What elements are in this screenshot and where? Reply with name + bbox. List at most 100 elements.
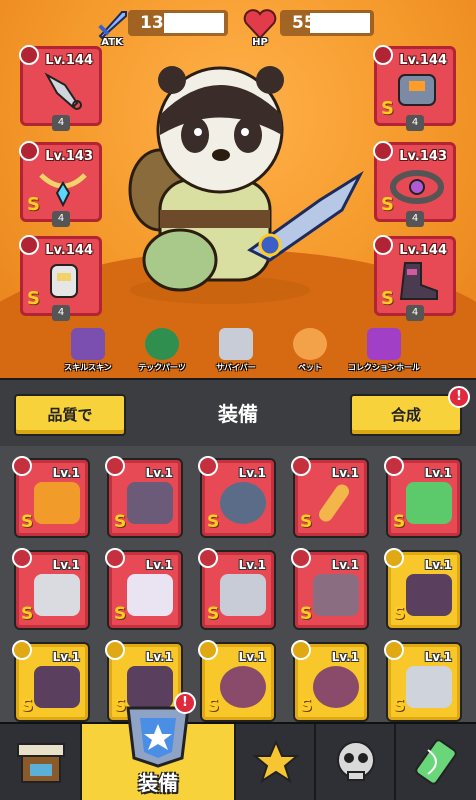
rarity-s: S (21, 696, 34, 716)
slot-level: Lv.144 (45, 243, 93, 258)
tech-parts-icon (145, 328, 179, 360)
nav-tab-label: 装備 (138, 771, 178, 795)
atk-value: 13 (140, 13, 164, 33)
nav-tab-equipment[interactable]: ! 装備 (82, 692, 236, 800)
slot-count: 4 (52, 211, 70, 227)
slot-type-icon (291, 640, 311, 660)
slot-type-icon (105, 640, 125, 660)
atk-label: ATK (101, 37, 123, 48)
equipped-slot-belt[interactable]: Lv.143 S 4 (373, 141, 456, 227)
menu-skill-skin[interactable]: スキルスキン (52, 326, 124, 378)
slot-type-icon (291, 548, 311, 568)
rarity-s: S (27, 194, 40, 215)
rarity-s: S (21, 512, 34, 532)
armor-icon (398, 74, 436, 106)
inventory-item[interactable]: Lv.1 S (105, 456, 183, 538)
rarity-s: S (381, 194, 394, 215)
rarity-s: S (21, 604, 34, 624)
slot-type-icon (12, 548, 32, 568)
item-level: Lv.1 (145, 466, 173, 480)
inventory-item[interactable]: Lv.1 S (384, 640, 462, 722)
equipped-slot-armor[interactable]: Lv.144 S 4 (373, 45, 456, 131)
item-level: Lv.1 (238, 466, 266, 480)
inventory-item[interactable]: Lv.1 S (291, 548, 369, 630)
merge-button[interactable]: 合成 (350, 394, 462, 436)
nav-tab-shop[interactable] (0, 724, 82, 800)
bottom-navigation: ! 装備 (0, 692, 476, 800)
equipped-slot-boots[interactable]: Lv.144 S 4 (373, 235, 456, 321)
menu-label: サバイバー (216, 363, 256, 372)
belt-icon (220, 666, 266, 708)
inventory-item[interactable]: Lv.1 S (384, 548, 462, 630)
inventory-item[interactable]: Lv.1 S (198, 548, 276, 630)
menu-pet[interactable]: ペット (274, 326, 346, 378)
slot-count: 4 (406, 115, 424, 131)
menu-label: テックパーツ (138, 363, 186, 372)
rarity-s: S (114, 512, 127, 532)
game-screen: ATK 13 HP 553 Lv.144 (0, 0, 476, 800)
inventory-item[interactable]: Lv.1 S (12, 548, 90, 630)
equipped-slot-necklace[interactable]: Lv.143 S 4 (19, 141, 102, 227)
atk-stat: 13 (128, 10, 228, 36)
sort-by-quality-button[interactable]: 品質で (14, 394, 126, 436)
item-level: Lv.1 (52, 466, 80, 480)
slot-count: 4 (52, 305, 70, 321)
stats-bar: ATK 13 HP 553 (0, 8, 476, 48)
inventory-item[interactable]: Lv.1 S (12, 456, 90, 538)
rarity-s: S (381, 288, 394, 309)
inventory-item[interactable]: Lv.1 S (105, 548, 183, 630)
shop-icon (17, 743, 65, 783)
collection-hall-icon (367, 328, 401, 360)
inventory-item[interactable]: Lv.1 S (384, 456, 462, 538)
menu-survivor[interactable]: サバイバー (200, 326, 272, 378)
slot-type-icon (198, 640, 218, 660)
boots-icon (399, 262, 438, 300)
armor-icon (220, 574, 266, 616)
feature-menu-bar: スキルスキン テックパーツ サバイバー ペット コレクションホール (52, 326, 424, 378)
nav-tab-talent[interactable] (236, 724, 316, 800)
rarity-s: S (393, 696, 406, 716)
menu-collection-hall[interactable]: コレクションホール (348, 326, 420, 378)
item-level: Lv.1 (424, 650, 452, 664)
inventory-item[interactable]: Lv.1 S (291, 640, 369, 722)
slot-type-icon (373, 235, 393, 255)
hp-stat: 553 (280, 10, 374, 36)
gauntlet-icon (406, 666, 452, 708)
slot-type-icon (19, 235, 39, 255)
talent-icon (252, 739, 300, 784)
panda-hero-icon (128, 66, 364, 304)
inventory-item[interactable]: Lv.1 S (12, 640, 90, 722)
nav-tab-evolution[interactable] (396, 724, 476, 800)
slot-level: Lv.144 (399, 243, 447, 258)
equipped-slot-gloves[interactable]: Lv.144 S 4 (19, 235, 102, 321)
pet-icon (293, 328, 327, 360)
boots-icon (34, 574, 80, 616)
menu-tech-parts[interactable]: テックパーツ (126, 326, 198, 378)
rarity-s: S (207, 512, 220, 532)
gauntlet-icon (127, 482, 173, 524)
menu-label: コレクションホール (348, 363, 420, 372)
rarity-s: S (300, 512, 313, 532)
item-level: Lv.1 (331, 558, 359, 572)
item-level: Lv.1 (331, 466, 359, 480)
inventory-item[interactable]: Lv.1 S (198, 456, 276, 538)
item-level: Lv.1 (424, 466, 452, 480)
slot-type-icon (19, 141, 39, 161)
skill-skin-icon (71, 328, 105, 360)
slot-level: Lv.143 (45, 149, 93, 164)
character-stage: ATK 13 HP 553 Lv.144 (0, 0, 476, 378)
slot-type-icon (12, 456, 32, 476)
rarity-s: S (393, 512, 406, 532)
nav-tab-challenge[interactable] (316, 724, 396, 800)
merge-notification-badge: ! (448, 386, 470, 408)
inventory-item[interactable]: Lv.1 S (291, 456, 369, 538)
item-level: Lv.1 (52, 650, 80, 664)
sword-icon: ATK (94, 8, 130, 48)
equipped-slot-weapon[interactable]: Lv.144 4 (19, 45, 102, 131)
inventory-item[interactable]: Lv.1 S (198, 640, 276, 722)
slot-type-icon (384, 640, 404, 660)
rarity-s: S (393, 604, 406, 624)
slot-level: Lv.144 (399, 53, 447, 68)
kunai-icon (44, 72, 82, 110)
item-level: Lv.1 (52, 558, 80, 572)
